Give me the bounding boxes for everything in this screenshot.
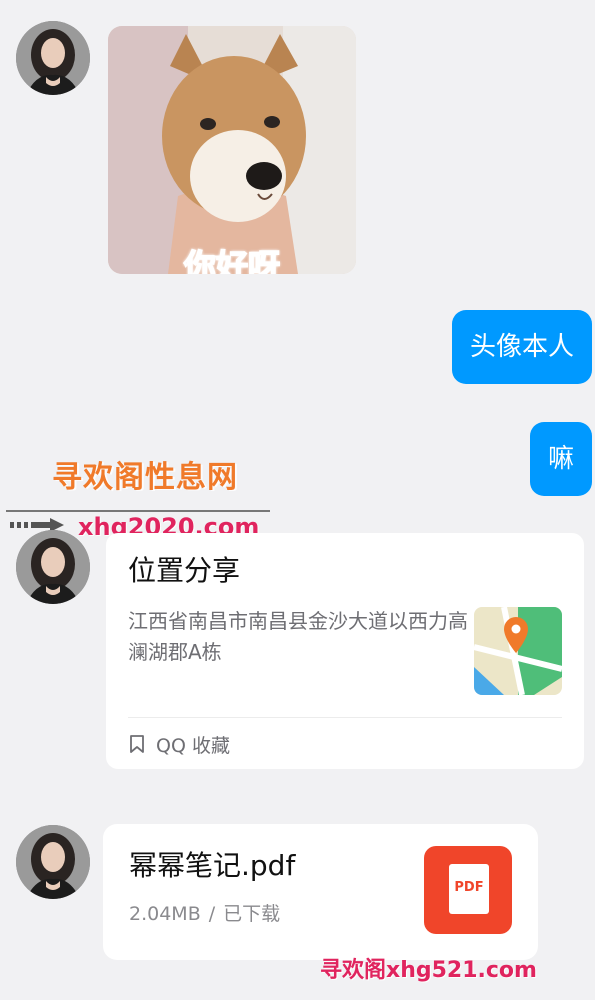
contact-avatar[interactable] xyxy=(16,530,90,604)
location-card-source-label: QQ 收藏 xyxy=(156,734,230,757)
pdf-type-label: PDF xyxy=(454,880,484,895)
bookmark-icon xyxy=(130,735,144,753)
outgoing-message-bubble[interactable]: 嘛 xyxy=(529,422,592,496)
chat-screen: 你好呀 头像本人 嘛 寻欢阁性息网 xhg2020.com 位置分享 江西省南昌… xyxy=(0,0,595,1000)
watermark-bottom: 寻欢阁xhg521.com xyxy=(320,958,537,983)
sticker-caption: 你好呀 xyxy=(183,247,281,274)
map-pin-icon xyxy=(474,607,562,695)
pdf-document-shape: PDF xyxy=(449,864,489,914)
location-card-divider xyxy=(128,717,562,718)
watermark-site-name: 寻欢阁性息网 xyxy=(52,460,238,495)
file-meta: 2.04MB / 已下载 xyxy=(129,901,280,927)
location-card-title: 位置分享 xyxy=(128,554,241,587)
file-name: 幂幂笔记.pdf xyxy=(129,849,296,882)
file-message-card[interactable]: 幂幂笔记.pdf 2.04MB / 已下载 PDF xyxy=(103,824,538,960)
shiba-dog-sticker xyxy=(108,26,356,274)
outgoing-message-bubble[interactable]: 头像本人 xyxy=(451,310,592,384)
contact-avatar[interactable] xyxy=(16,825,90,899)
sticker-image[interactable]: 你好呀 xyxy=(108,26,356,274)
contact-avatar[interactable] xyxy=(16,21,90,95)
file-download-status: 已下载 xyxy=(223,903,281,925)
file-meta-separator: / xyxy=(208,903,216,925)
location-address: 江西省南昌市南昌县金沙大道以西力高澜湖郡A栋 xyxy=(128,609,468,664)
file-size: 2.04MB xyxy=(129,903,201,925)
pdf-file-icon: PDF xyxy=(424,846,512,934)
location-card-source: QQ 收藏 xyxy=(128,729,230,759)
location-share-card[interactable]: 位置分享 江西省南昌市南昌县金沙大道以西力高澜湖郡A栋 QQ 收藏 xyxy=(106,533,584,769)
